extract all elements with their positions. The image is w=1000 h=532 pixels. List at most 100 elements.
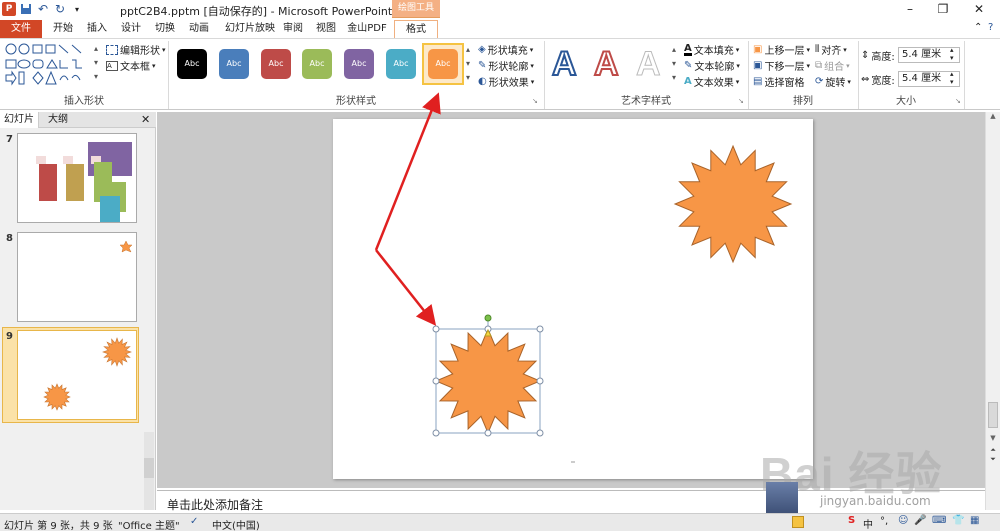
resize-handle-w[interactable] <box>432 377 440 385</box>
shapes-gallery[interactable] <box>4 42 92 86</box>
spellcheck-icon[interactable]: ✓ <box>190 516 198 527</box>
toolbox-icon[interactable]: ▦ <box>970 515 979 526</box>
resize-handle-se[interactable] <box>536 429 544 437</box>
group-label: 组合 <box>824 62 845 73</box>
next-slide-icon[interactable]: ⏷ <box>986 455 1000 464</box>
wordart-style-red[interactable]: A <box>593 44 620 84</box>
minimize-ribbon-icon[interactable]: ⌃ <box>974 22 982 33</box>
shape-style-purple[interactable]: Abc <box>344 49 374 79</box>
wordart-style-gray[interactable]: A <box>636 45 662 84</box>
resize-handle-sw[interactable] <box>432 429 440 437</box>
size-group-label: 大小 <box>896 96 916 107</box>
text-effects-button[interactable]: A 文本效果 ▾ <box>684 74 739 89</box>
close-button[interactable]: ✕ <box>964 2 994 16</box>
minimize-button[interactable]: – <box>895 2 925 16</box>
shape-effects-label: 形状效果 <box>488 78 529 89</box>
slide-thumbnail-9[interactable] <box>17 330 137 420</box>
slide-number-8: 8 <box>6 233 13 244</box>
tab-format[interactable]: 格式 <box>394 20 438 39</box>
slide-thumbnail-8[interactable] <box>17 232 137 322</box>
tab-outline[interactable]: 大纲 <box>44 112 72 128</box>
tab-view[interactable]: 视图 <box>313 20 339 38</box>
scrollbar-thumb[interactable] <box>988 402 998 428</box>
selection-pane-button[interactable]: ▤ 选择窗格 <box>753 74 804 89</box>
resize-handle-s[interactable] <box>484 429 492 437</box>
edit-shape-button[interactable]: 编辑形状 ▾ <box>106 42 166 57</box>
scroll-down-icon[interactable]: ▼ <box>986 434 1000 442</box>
voice-icon[interactable]: 🎤 <box>914 515 926 526</box>
width-label: 宽度: <box>871 76 895 87</box>
normal-view-icon[interactable] <box>792 516 804 528</box>
emoji-icon[interactable]: ☺ <box>898 515 908 526</box>
bring-forward-button[interactable]: ▣ 上移一层 ▾ <box>753 42 810 57</box>
tab-file[interactable]: 文件 <box>0 20 42 38</box>
send-backward-button[interactable]: ▣ 下移一层 ▾ <box>753 58 810 73</box>
group-button[interactable]: ⧉ 组合 ▾ <box>815 58 850 73</box>
shape-effects-button[interactable]: ◐ 形状效果 ▾ <box>478 74 534 89</box>
wordart-style-blue[interactable]: A <box>551 44 578 84</box>
text-box-button[interactable]: A 文本框 ▾ <box>106 58 156 73</box>
starburst-shape-top[interactable] <box>673 144 793 264</box>
tab-transitions[interactable]: 切换 <box>152 20 178 38</box>
tab-slides[interactable]: 幻灯片 <box>0 112 39 128</box>
shapes-gallery-scroll[interactable]: ▴ ▾ ▾ <box>94 42 98 84</box>
undo-icon[interactable]: ↶ <box>36 2 50 16</box>
title-bar: P ↶ ↻ ▾ 绘图工具 pptC2B4.pptm [自动保存的] - Micr… <box>0 0 1000 20</box>
tab-animations[interactable]: 动画 <box>186 20 212 38</box>
sogou-ime-icon[interactable]: S <box>848 515 855 526</box>
skin-icon[interactable]: 👕 <box>952 515 964 526</box>
width-spinner[interactable]: ▴ ▾ <box>950 70 954 86</box>
customize-qat-icon[interactable]: ▾ <box>70 2 84 16</box>
shape-style-blue[interactable]: Abc <box>219 49 249 79</box>
panel-scrollbar-thumb[interactable] <box>144 458 154 478</box>
text-outline-button[interactable]: ✎ 文本轮廓 ▾ <box>684 58 740 73</box>
text-outline-label: 文本轮廓 <box>694 62 735 73</box>
shape-style-aqua[interactable]: Abc <box>386 49 416 79</box>
redo-icon[interactable]: ↻ <box>53 2 67 16</box>
panel-scrollbar[interactable] <box>144 432 154 510</box>
resize-handle-ne[interactable] <box>536 325 544 333</box>
tab-slideshow[interactable]: 幻灯片放映 <box>220 20 280 38</box>
theme-name: "Office 主题" <box>118 521 180 532</box>
tab-design[interactable]: 设计 <box>118 20 144 38</box>
slide-canvas[interactable] <box>333 119 813 479</box>
tab-home[interactable]: 开始 <box>50 20 76 38</box>
restore-button[interactable]: ❐ <box>928 2 958 16</box>
slide-thumbnail-7[interactable] <box>17 133 137 223</box>
tab-kingsoft-pdf[interactable]: 金山PDF <box>346 20 388 38</box>
height-spinner[interactable]: ▴ ▾ <box>950 46 954 62</box>
shape-outline-button[interactable]: ✎ 形状轮廓 ▾ <box>478 58 534 73</box>
shape-fill-button[interactable]: ◈ 形状填充 ▾ <box>478 42 533 57</box>
rotation-handle[interactable] <box>484 314 492 322</box>
powerpoint-app-icon[interactable]: P <box>2 2 16 16</box>
size-launcher-icon[interactable]: ↘ <box>955 97 961 105</box>
scroll-up-icon[interactable]: ▲ <box>986 112 1000 120</box>
starburst-shape-selected[interactable] <box>434 327 542 435</box>
previous-slide-icon[interactable]: ⏶ <box>986 446 1000 455</box>
align-button[interactable]: ⫴ 对齐 ▾ <box>815 42 847 57</box>
rotate-button[interactable]: ⟳ 旋转 ▾ <box>815 74 851 89</box>
resize-handle-nw[interactable] <box>432 325 440 333</box>
language-indicator[interactable]: 中文(中国) <box>212 517 260 532</box>
shape-style-black[interactable]: Abc <box>177 49 207 79</box>
help-icon[interactable]: ? <box>988 22 993 33</box>
resize-handle-e[interactable] <box>536 377 544 385</box>
text-fill-button[interactable]: A 文本填充 ▾ <box>684 42 739 57</box>
width-icon: ⇔ <box>861 74 870 85</box>
wordart-launcher-icon[interactable]: ↘ <box>738 97 744 105</box>
save-icon[interactable] <box>19 2 33 16</box>
shape-style-orange-selected[interactable]: Abc <box>422 43 464 85</box>
tab-insert[interactable]: 插入 <box>84 20 110 38</box>
shape-styles-gallery-scroll[interactable]: ▴ ▾ ▾ <box>466 43 470 85</box>
vertical-scrollbar[interactable]: ▲ ▼ ⏶ ⏷ <box>985 112 1000 510</box>
shape-style-green[interactable]: Abc <box>302 49 332 79</box>
status-bar: 幻灯片 第 9 张，共 9 张 "Office 主题" ✓ 中文(中国) S 中… <box>0 513 1000 532</box>
shape-style-red[interactable]: Abc <box>261 49 291 79</box>
keyboard-icon[interactable]: ⌨ <box>932 515 946 526</box>
shape-styles-launcher-icon[interactable]: ↘ <box>532 97 538 105</box>
tab-review[interactable]: 审阅 <box>280 20 306 38</box>
close-panel-icon[interactable]: ✕ <box>141 113 150 126</box>
wordart-gallery-scroll[interactable]: ▴ ▾ ▾ <box>672 43 676 85</box>
ime-mode-icon[interactable]: 中 <box>863 516 873 531</box>
punctuation-icon[interactable]: °, <box>880 516 888 527</box>
